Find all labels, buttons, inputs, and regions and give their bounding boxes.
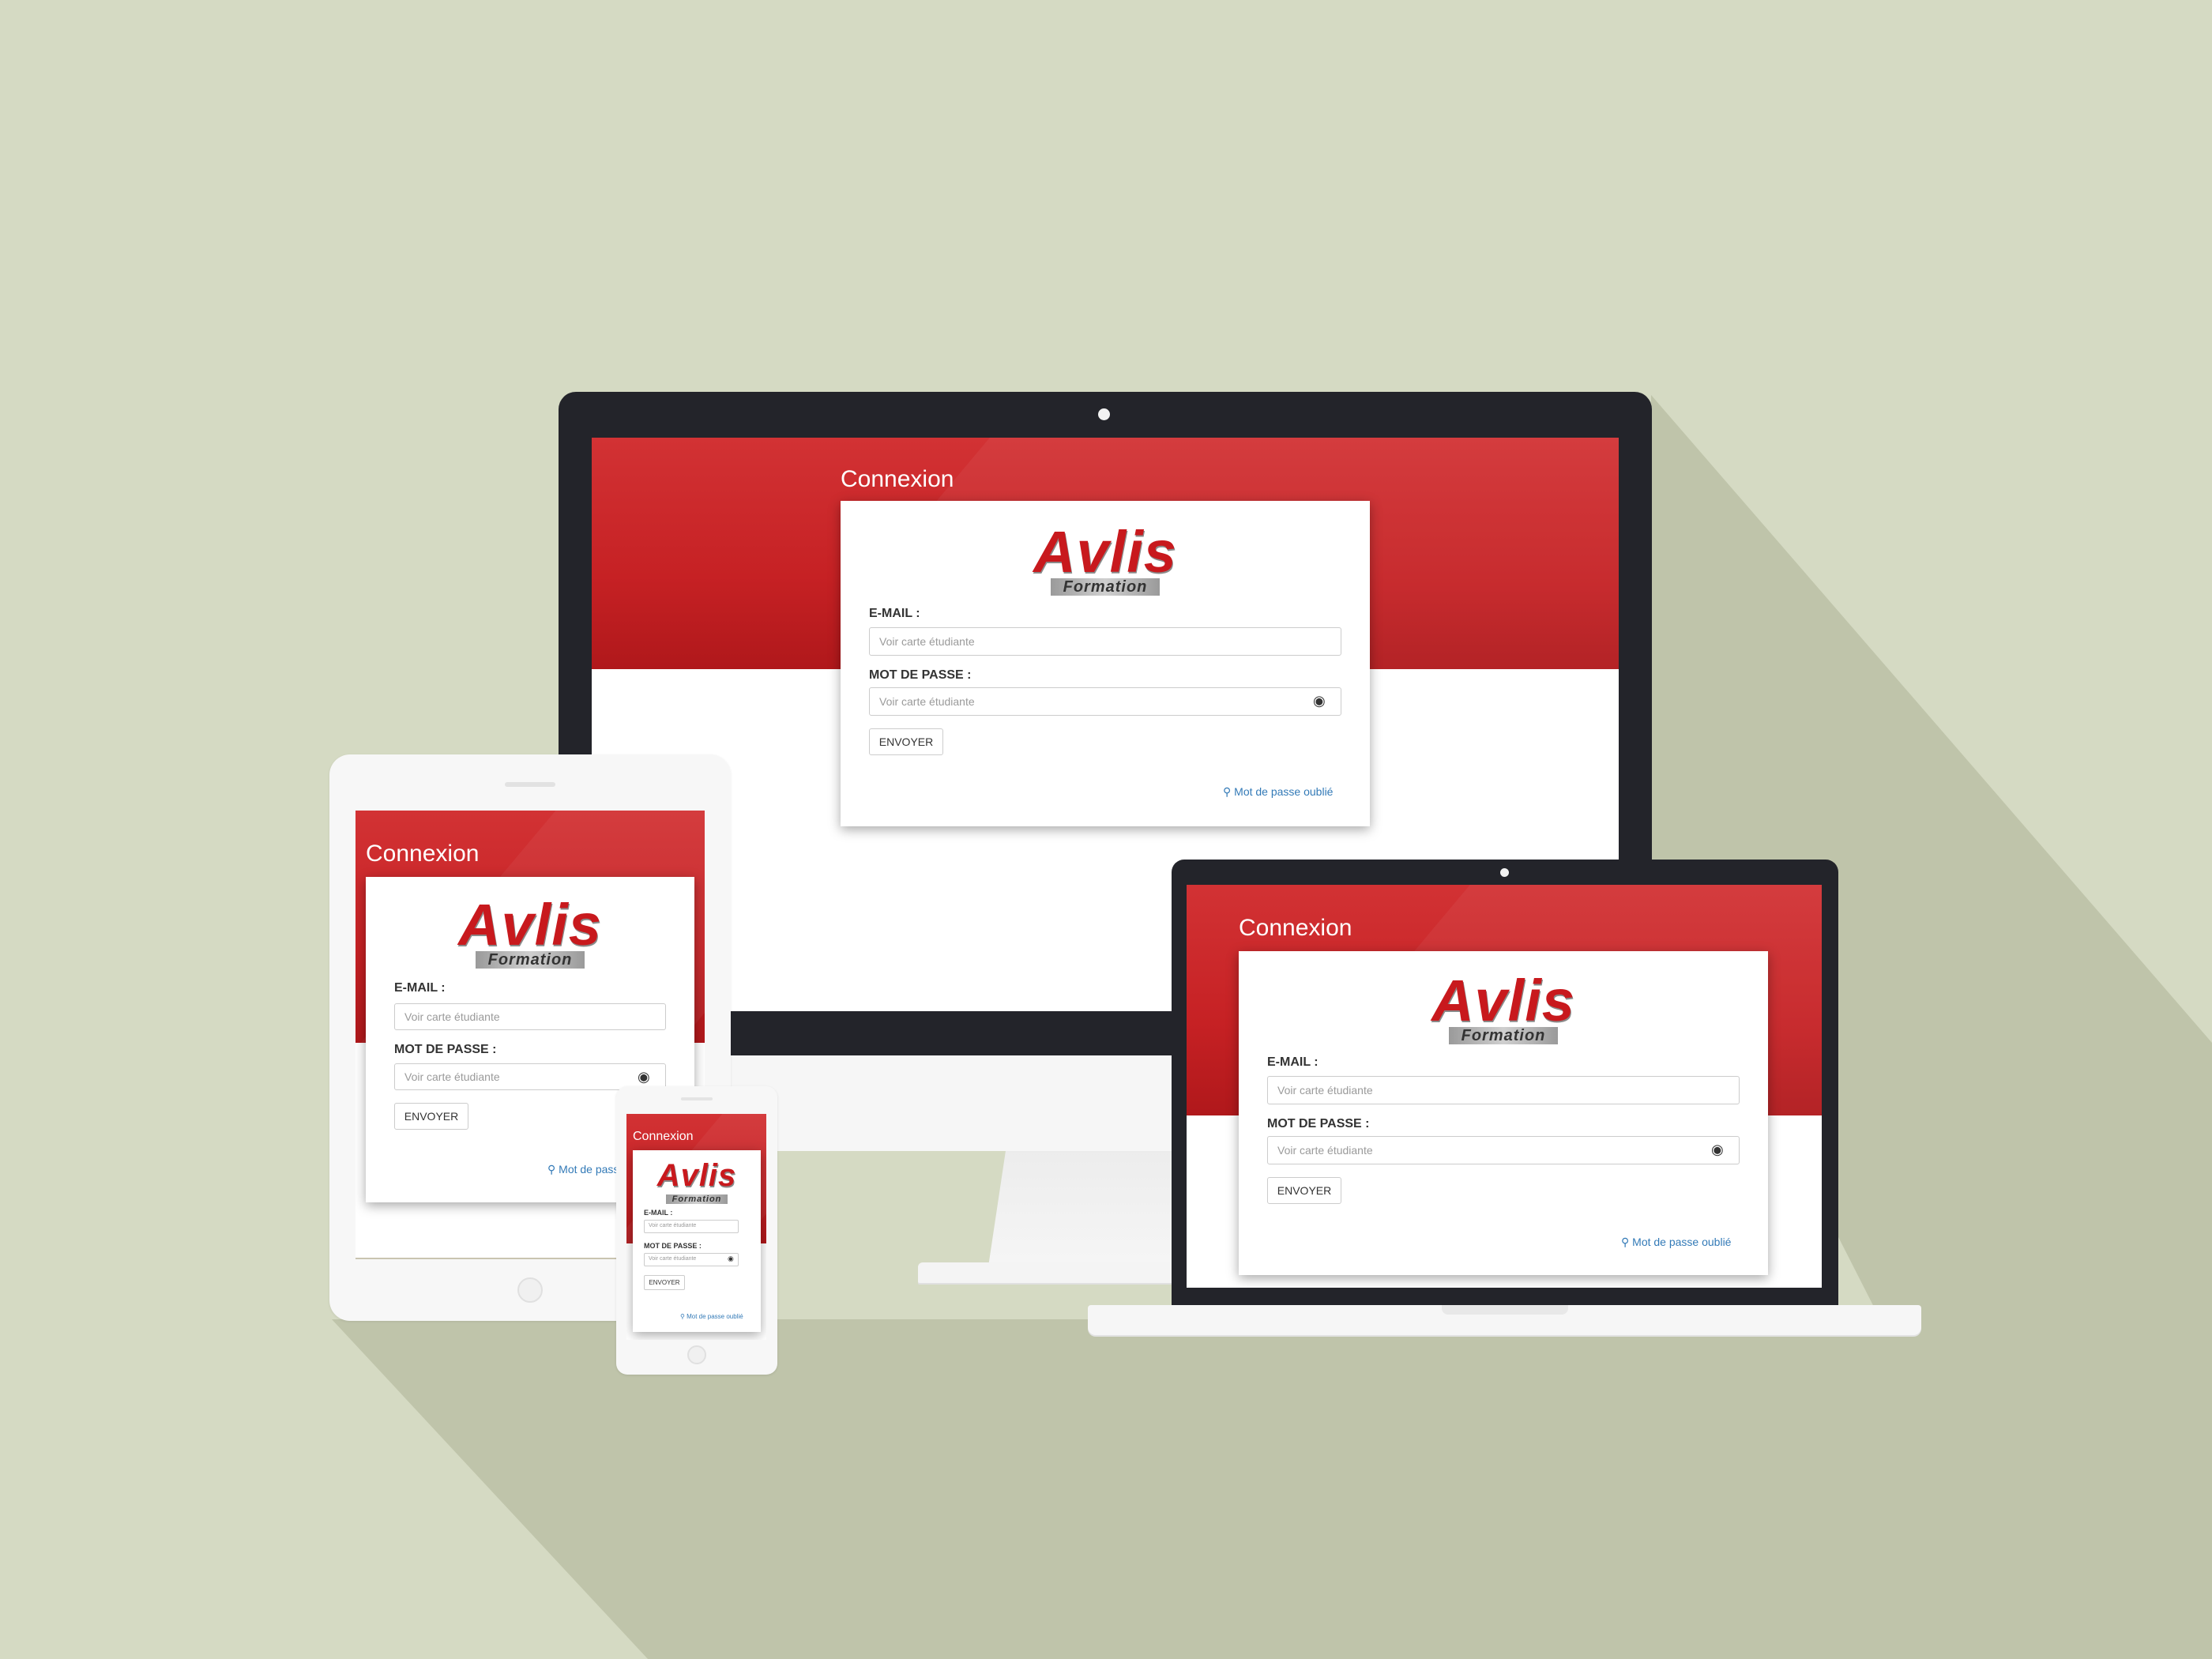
- brand-logo: Avlis Formation: [366, 896, 694, 969]
- brand-name: Avlis: [1431, 968, 1575, 1033]
- search-icon: ⚲: [1621, 1236, 1630, 1248]
- brand-logo: Avlis Formation: [1239, 972, 1768, 1044]
- tablet-home-button: [517, 1277, 543, 1303]
- forgot-password-link[interactable]: ⚲ Mot de passe oublié: [1223, 785, 1333, 799]
- brand-logo: Avlis Formation: [633, 1160, 761, 1206]
- laptop-base: [1088, 1305, 1921, 1335]
- email-label: E-MAIL :: [394, 981, 446, 995]
- password-field[interactable]: Voir carte étudiante: [644, 1253, 739, 1266]
- submit-button[interactable]: ENVOYER: [394, 1103, 468, 1130]
- email-field[interactable]: Voir carte étudiante: [1267, 1076, 1740, 1104]
- page-title: Connexion: [633, 1130, 694, 1143]
- email-field[interactable]: Voir carte étudiante: [869, 627, 1341, 656]
- email-label: E-MAIL :: [869, 607, 920, 620]
- eye-icon[interactable]: ◉: [638, 1070, 650, 1084]
- password-field[interactable]: Voir carte étudiante: [1267, 1136, 1740, 1164]
- login-card: Avlis Formation E-MAIL : Voir carte étud…: [841, 501, 1370, 826]
- search-icon: ⚲: [547, 1163, 556, 1176]
- search-icon: ⚲: [1223, 785, 1232, 798]
- page-title: Connexion: [366, 841, 480, 867]
- password-label: MOT DE PASSE :: [1267, 1117, 1370, 1130]
- submit-button[interactable]: ENVOYER: [1267, 1177, 1341, 1204]
- brand-tagline: Formation: [1050, 578, 1161, 596]
- forgot-password-label: Mot de passe oublié: [1234, 785, 1334, 798]
- laptop-camera: [1500, 868, 1509, 877]
- search-icon: ⚲: [680, 1313, 685, 1320]
- submit-button[interactable]: ENVOYER: [869, 728, 943, 755]
- brand-tagline: Formation: [665, 1194, 728, 1205]
- eye-icon[interactable]: ◉: [1711, 1142, 1724, 1157]
- forgot-password-label: Mot de pass: [559, 1163, 619, 1176]
- tablet-speaker: [505, 782, 555, 787]
- brand-name: Avlis: [1033, 519, 1177, 585]
- page-title: Connexion: [1239, 915, 1352, 941]
- laptop-screen: Connexion Avlis Formation E-MAIL : Voir …: [1187, 885, 1822, 1288]
- email-label: E-MAIL :: [1267, 1055, 1319, 1069]
- forgot-password-label: Mot de passe oublié: [1632, 1236, 1732, 1248]
- forgot-password-link[interactable]: ⚲ Mot de passe oublié: [1621, 1236, 1731, 1249]
- monitor-camera: [1098, 408, 1110, 420]
- brand-logo: Avlis Formation: [841, 523, 1370, 596]
- login-card: Avlis Formation E-MAIL : Voir carte étud…: [633, 1150, 761, 1332]
- email-field[interactable]: Voir carte étudiante: [394, 1003, 666, 1030]
- submit-button[interactable]: ENVOYER: [644, 1275, 685, 1290]
- password-field[interactable]: Voir carte étudiante: [869, 687, 1341, 716]
- email-label: E-MAIL :: [644, 1209, 673, 1217]
- forgot-password-label: Mot de passe oublié: [687, 1313, 743, 1320]
- laptop-notch: [1442, 1305, 1568, 1315]
- password-label: MOT DE PASSE :: [394, 1043, 497, 1056]
- eye-icon[interactable]: ◉: [1313, 694, 1326, 708]
- login-card: Avlis Formation E-MAIL : Voir carte étud…: [1239, 951, 1768, 1275]
- forgot-password-link[interactable]: ⚲ Mot de pass: [547, 1163, 619, 1176]
- password-label: MOT DE PASSE :: [644, 1242, 702, 1250]
- phone-screen: Connexion Avlis Formation E-MAIL : Voir …: [626, 1114, 766, 1340]
- email-field[interactable]: Voir carte étudiante: [644, 1220, 739, 1233]
- page-title: Connexion: [841, 466, 954, 492]
- eye-icon[interactable]: ◉: [728, 1255, 734, 1262]
- forgot-password-link[interactable]: ⚲ Mot de passe oublié: [680, 1313, 743, 1320]
- password-label: MOT DE PASSE :: [869, 668, 972, 682]
- laptop-bezel: Connexion Avlis Formation E-MAIL : Voir …: [1172, 860, 1838, 1305]
- brand-tagline: Formation: [1448, 1027, 1559, 1044]
- brand-tagline: Formation: [475, 951, 585, 969]
- phone-home-button: [687, 1345, 706, 1364]
- phone-speaker: [681, 1097, 713, 1100]
- brand-name: Avlis: [656, 1158, 737, 1193]
- brand-name: Avlis: [458, 892, 602, 957]
